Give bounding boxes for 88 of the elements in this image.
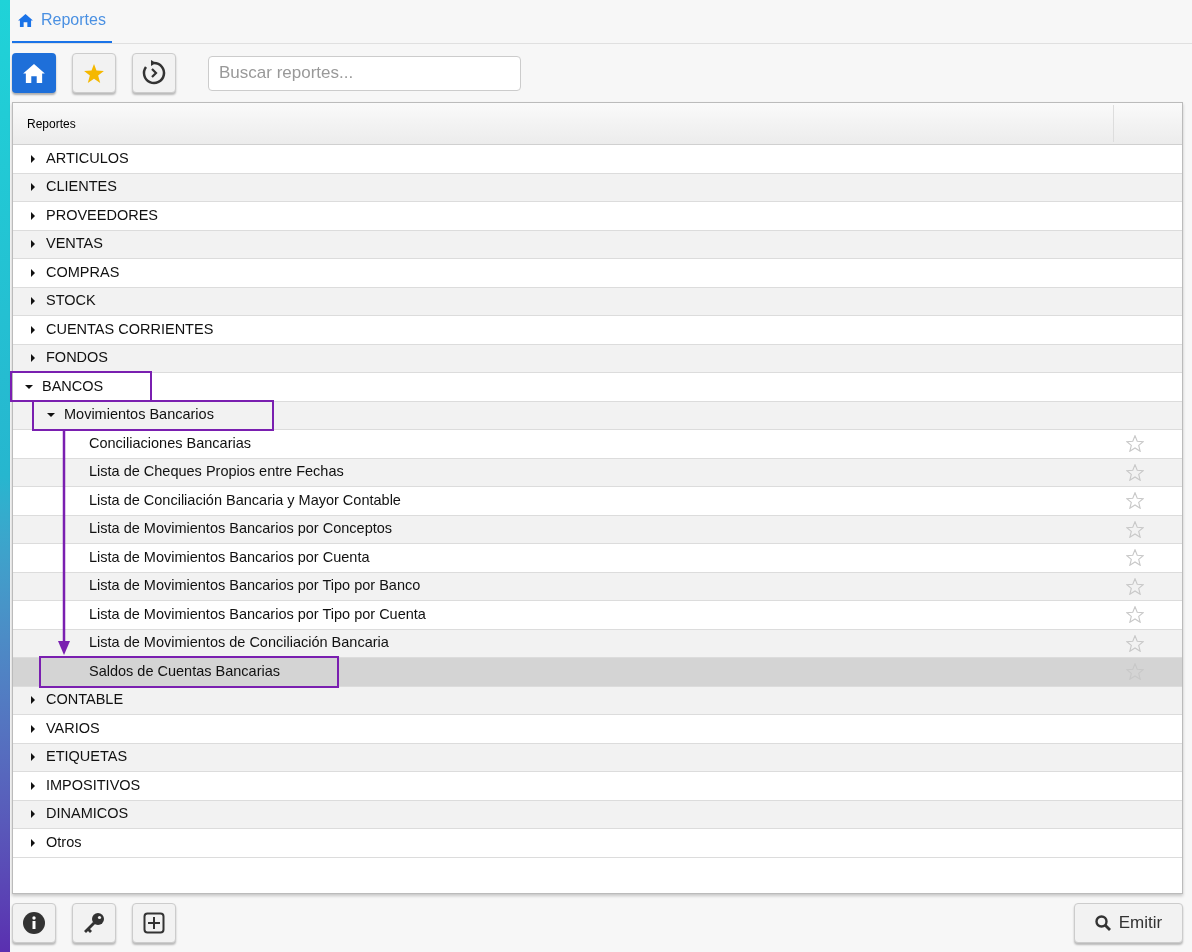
category-name: COMPRAS [46, 262, 120, 282]
caret-icon[interactable] [28, 695, 38, 706]
tree-row[interactable]: ETIQUETAS [13, 743, 1182, 772]
report-name: Lista de Movimientos Bancarios por Cuenta [89, 547, 370, 567]
home-icon [18, 13, 33, 27]
star-icon[interactable] [1126, 549, 1144, 567]
star-icon[interactable] [1126, 435, 1144, 453]
category-name: VENTAS [46, 234, 103, 254]
report-name: Lista de Movimientos Bancarios por Conceptos [89, 519, 393, 539]
caret-icon[interactable] [28, 780, 38, 791]
category-name: Movimientos Bancarios [64, 405, 214, 425]
category-name: CONTABLE [46, 690, 124, 710]
caret-icon[interactable] [28, 210, 38, 221]
plus-square-icon [143, 912, 165, 934]
star-icon[interactable] [1126, 492, 1144, 510]
report-name: Conciliaciones Bancarias [89, 433, 251, 453]
report-name: Lista de Cheques Propios entre Fechas [89, 462, 344, 482]
category-name: CUENTAS CORRIENTES [46, 319, 214, 339]
report-name: Lista de Movimientos de Conciliación Bancaria [89, 633, 389, 653]
report-row[interactable]: Conciliaciones Bancarias [13, 430, 1182, 459]
report-row[interactable]: Lista de Movimientos de Conciliación Bancaria [13, 629, 1182, 658]
tree-row[interactable]: FONDOS [13, 344, 1182, 373]
caret-icon[interactable] [28, 723, 38, 734]
add-button[interactable] [132, 903, 176, 943]
category-name: PROVEEDORES [46, 205, 158, 225]
report-row[interactable]: Saldos de Cuentas Bancarias [13, 658, 1182, 687]
tree-row[interactable]: BANCOS [13, 373, 1182, 402]
category-name: Otros [46, 832, 82, 852]
caret-icon[interactable] [28, 353, 38, 364]
tree-row[interactable]: COMPRAS [13, 259, 1182, 288]
emit-button[interactable]: Emitir [1074, 903, 1183, 943]
report-row[interactable]: Lista de Movimientos Bancarios por Conceptos [13, 515, 1182, 544]
tree-row[interactable]: IMPOSITIVOS [13, 772, 1182, 801]
category-name: FONDOS [46, 348, 109, 368]
tree-row[interactable]: Movimientos Bancarios [13, 401, 1182, 430]
category-name: ETIQUETAS [46, 747, 128, 767]
column-header: Reportes [26, 115, 77, 133]
key-icon [83, 912, 105, 934]
tree-row[interactable]: CUENTAS CORRIENTES [13, 316, 1182, 345]
key-button[interactable] [72, 903, 116, 943]
caret-icon[interactable] [28, 296, 38, 307]
caret-icon[interactable] [28, 153, 38, 164]
caret-icon[interactable] [28, 239, 38, 250]
report-row[interactable]: Lista de Conciliación Bancaria y Mayor Contable [13, 487, 1182, 516]
tree-row[interactable]: PROVEEDORES [13, 202, 1182, 231]
tree-row[interactable]: DINAMICOS [13, 800, 1182, 829]
caret-icon[interactable] [28, 809, 38, 820]
info-icon [23, 912, 45, 934]
home-button[interactable] [12, 53, 56, 93]
caret-icon[interactable] [28, 837, 38, 848]
star-icon[interactable] [1126, 634, 1144, 652]
clock-arrow-icon [141, 60, 167, 86]
category-name: ARTICULOS [46, 148, 129, 168]
caret-icon[interactable] [28, 752, 38, 763]
tree-row[interactable]: Otros [13, 829, 1182, 858]
tree-row[interactable]: VARIOS [13, 715, 1182, 744]
report-row[interactable]: Lista de Cheques Propios entre Fechas [13, 458, 1182, 487]
history-button[interactable] [132, 53, 176, 93]
category-name: DINAMICOS [46, 804, 129, 824]
report-name: Lista de Movimientos Bancarios por Tipo por Cuenta [89, 604, 426, 624]
info-button[interactable] [12, 903, 56, 943]
category-name: VARIOS [46, 718, 100, 738]
category-name: STOCK [46, 291, 96, 311]
star-icon[interactable] [1126, 520, 1144, 538]
report-row[interactable]: Lista de Movimientos Bancarios por Tipo por Banco [13, 572, 1182, 601]
tree-row[interactable]: ARTICULOS [13, 145, 1182, 174]
caret-icon[interactable] [28, 182, 38, 193]
report-name: Lista de Movimientos Bancarios por Tipo por Banco [89, 576, 421, 596]
tree-row[interactable]: CLIENTES [13, 173, 1182, 202]
caret-icon[interactable] [28, 324, 38, 335]
tree-row[interactable]: VENTAS [13, 230, 1182, 259]
category-name: IMPOSITIVOS [46, 775, 141, 795]
tree-row[interactable]: STOCK [13, 287, 1182, 316]
report-row[interactable]: Lista de Movimientos Bancarios por Cuenta [13, 544, 1182, 573]
star-icon[interactable] [1126, 463, 1144, 481]
tree-row[interactable]: CONTABLE [13, 686, 1182, 715]
home-icon [23, 63, 45, 83]
category-name: CLIENTES [46, 177, 117, 197]
star-icon [84, 63, 104, 83]
report-row[interactable]: Lista de Movimientos Bancarios por Tipo por Cuenta [13, 601, 1182, 630]
star-icon[interactable] [1126, 606, 1144, 624]
category-name: BANCOS [42, 376, 104, 396]
report-name: Lista de Conciliación Bancaria y Mayor Contable [89, 490, 401, 510]
search-field[interactable]: Buscar reportes... [208, 55, 521, 91]
star-icon[interactable] [1126, 577, 1144, 595]
search-icon [1094, 915, 1111, 931]
report-name: Saldos de Cuentas Bancarias [89, 661, 281, 681]
caret-icon[interactable] [28, 267, 38, 278]
